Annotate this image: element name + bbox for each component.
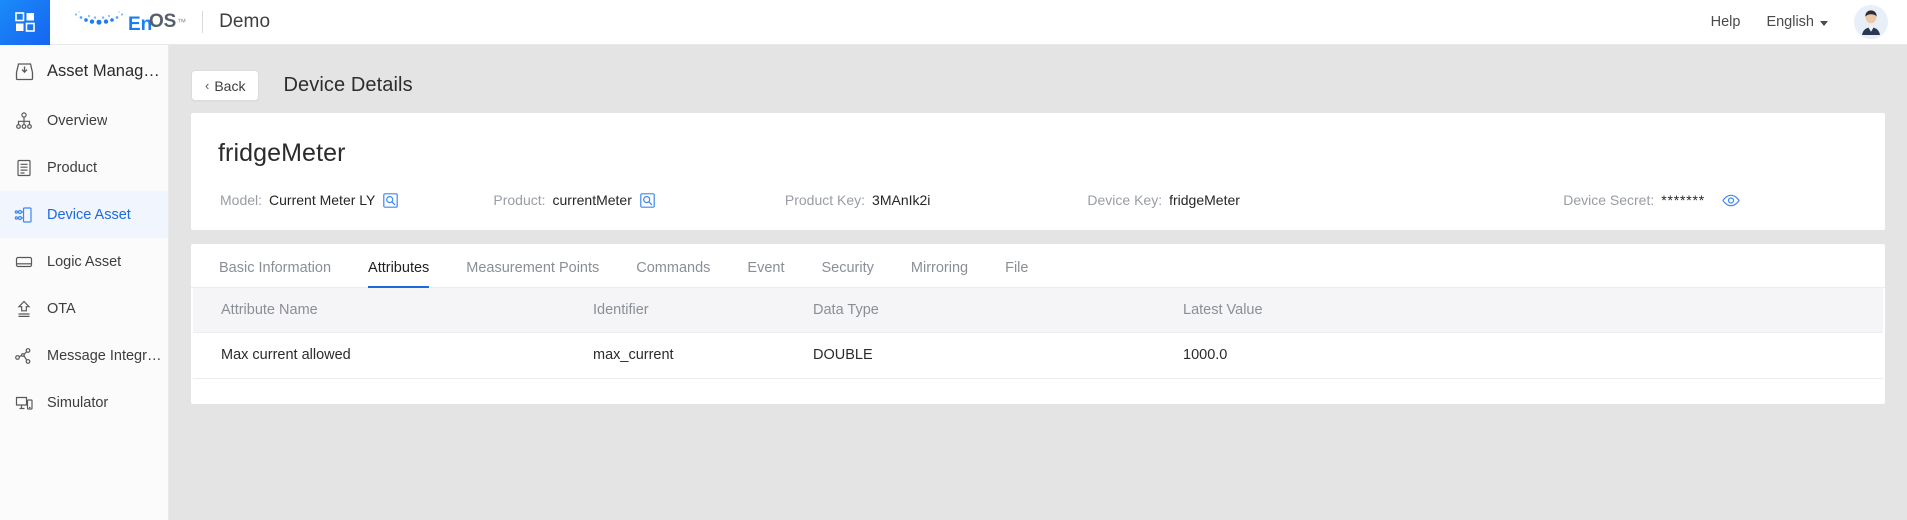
sidebar-item-label: Product xyxy=(47,160,97,176)
meta-value: fridgeMeter xyxy=(1169,192,1240,208)
device-meta-row: Model: Current Meter LY Product: current… xyxy=(218,192,1858,208)
sidebar-item-label: Simulator xyxy=(47,395,108,411)
meta-field-device-secret: Device Secret: ******* xyxy=(1563,192,1740,208)
tab-basic-information[interactable]: Basic Information xyxy=(219,260,331,287)
meta-field-product-key: Product Key: 3MAnIk2i xyxy=(785,192,931,208)
meta-field-model: Model: Current Meter LY xyxy=(220,192,398,208)
sidebar-item-overview[interactable]: Overview xyxy=(0,97,168,144)
cell-attribute-name: Max current allowed xyxy=(193,332,593,378)
device-name: fridgeMeter xyxy=(218,139,1858,168)
brand-os-text: OS xyxy=(149,11,176,33)
sidebar-item-ota[interactable]: OTA xyxy=(0,285,168,332)
monitor-phone-icon xyxy=(13,392,35,414)
sidebar-header-asset-management[interactable]: Asset Manag… xyxy=(0,45,168,97)
meta-value: currentMeter xyxy=(553,192,632,208)
attributes-table: Attribute Name Identifier Data Type Late… xyxy=(193,288,1883,379)
brand-trademark: ™ xyxy=(177,17,186,27)
sidebar-item-label: OTA xyxy=(47,301,76,317)
upload-arrow-icon xyxy=(13,298,35,320)
meta-label: Product Key: xyxy=(785,192,865,208)
meta-value: 3MAnIk2i xyxy=(872,192,930,208)
cell-latest-value: 1000.0 xyxy=(1183,332,1883,378)
help-link[interactable]: Help xyxy=(1711,14,1741,30)
workspace-name: Demo xyxy=(219,11,270,33)
meta-field-product: Product: currentMeter xyxy=(493,192,655,208)
chevron-down-icon xyxy=(1820,21,1828,26)
column-header-latest-value[interactable]: Latest Value xyxy=(1183,288,1883,332)
sidebar-item-device-asset[interactable]: Device Asset xyxy=(0,191,168,238)
device-secret-masked: ******* xyxy=(1661,192,1705,208)
table-row[interactable]: Max current allowed max_current DOUBLE 1… xyxy=(193,332,1883,378)
table-head: Attribute Name Identifier Data Type Late… xyxy=(193,288,1883,332)
meta-label: Device Key: xyxy=(1087,192,1162,208)
document-stack-icon xyxy=(13,157,35,179)
device-node-icon xyxy=(13,204,35,226)
column-header-identifier[interactable]: Identifier xyxy=(593,288,813,332)
sidebar-item-label: Overview xyxy=(47,113,107,129)
share-nodes-icon xyxy=(13,345,35,367)
sidebar: Asset Manag… Overview Product xyxy=(0,45,169,520)
tab-commands[interactable]: Commands xyxy=(636,260,710,287)
tab-security[interactable]: Security xyxy=(822,260,874,287)
tab-event[interactable]: Event xyxy=(747,260,784,287)
language-selector[interactable]: English xyxy=(1766,14,1828,30)
sidebar-item-label: Logic Asset xyxy=(47,254,121,270)
language-label: English xyxy=(1766,14,1814,30)
sidebar-item-simulator[interactable]: Simulator xyxy=(0,379,168,426)
back-button[interactable]: ‹ Back xyxy=(191,70,259,101)
drive-icon xyxy=(13,251,35,273)
avatar[interactable] xyxy=(1854,5,1888,39)
sidebar-header-label: Asset Manag… xyxy=(47,62,160,81)
page-title: Device Details xyxy=(283,74,412,97)
column-header-attribute-name[interactable]: Attribute Name xyxy=(193,288,593,332)
tab-bar: Basic Information Attributes Measurement… xyxy=(191,244,1885,288)
meta-label: Model: xyxy=(220,192,262,208)
grid-apps-icon[interactable] xyxy=(0,0,50,45)
tab-file[interactable]: File xyxy=(1005,260,1028,287)
tab-attributes[interactable]: Attributes xyxy=(368,260,429,287)
asset-inbox-icon xyxy=(13,60,35,82)
back-button-label: Back xyxy=(214,78,245,94)
sidebar-item-logic-asset[interactable]: Logic Asset xyxy=(0,238,168,285)
page-header: ‹ Back Device Details xyxy=(169,45,1907,107)
cell-identifier: max_current xyxy=(593,332,813,378)
attributes-card: Basic Information Attributes Measurement… xyxy=(191,244,1885,404)
tab-measurement-points[interactable]: Measurement Points xyxy=(466,260,599,287)
table-body: Max current allowed max_current DOUBLE 1… xyxy=(193,332,1883,378)
attributes-table-wrapper: Attribute Name Identifier Data Type Late… xyxy=(191,288,1885,379)
main-content: ‹ Back Device Details fridgeMeter Model:… xyxy=(169,45,1907,520)
meta-label: Device Secret: xyxy=(1563,192,1654,208)
brand-area[interactable]: En OS ™ Demo xyxy=(68,9,270,35)
tab-mirroring[interactable]: Mirroring xyxy=(911,260,968,287)
sidebar-item-label: Device Asset xyxy=(47,207,131,223)
column-header-data-type[interactable]: Data Type xyxy=(813,288,1183,332)
device-info-card: fridgeMeter Model: Current Meter LY Prod… xyxy=(191,113,1885,230)
meta-field-device-key: Device Key: fridgeMeter xyxy=(1087,192,1240,208)
eye-reveal-icon[interactable] xyxy=(1722,194,1740,207)
chevron-left-icon: ‹ xyxy=(205,79,209,92)
meta-label: Product: xyxy=(493,192,545,208)
sidebar-item-product[interactable]: Product xyxy=(0,144,168,191)
hierarchy-icon xyxy=(13,110,35,132)
sidebar-item-label: Message Integration xyxy=(47,348,165,364)
search-detail-icon[interactable] xyxy=(383,193,398,208)
brand-divider xyxy=(202,11,203,33)
meta-value: Current Meter LY xyxy=(269,192,375,208)
top-bar: En OS ™ Demo Help English xyxy=(0,0,1907,45)
table-header-row: Attribute Name Identifier Data Type Late… xyxy=(193,288,1883,332)
sidebar-item-message-integration[interactable]: Message Integration xyxy=(0,332,168,379)
top-bar-right: Help English xyxy=(1711,5,1907,39)
cell-data-type: DOUBLE xyxy=(813,332,1183,378)
search-detail-icon[interactable] xyxy=(640,193,655,208)
